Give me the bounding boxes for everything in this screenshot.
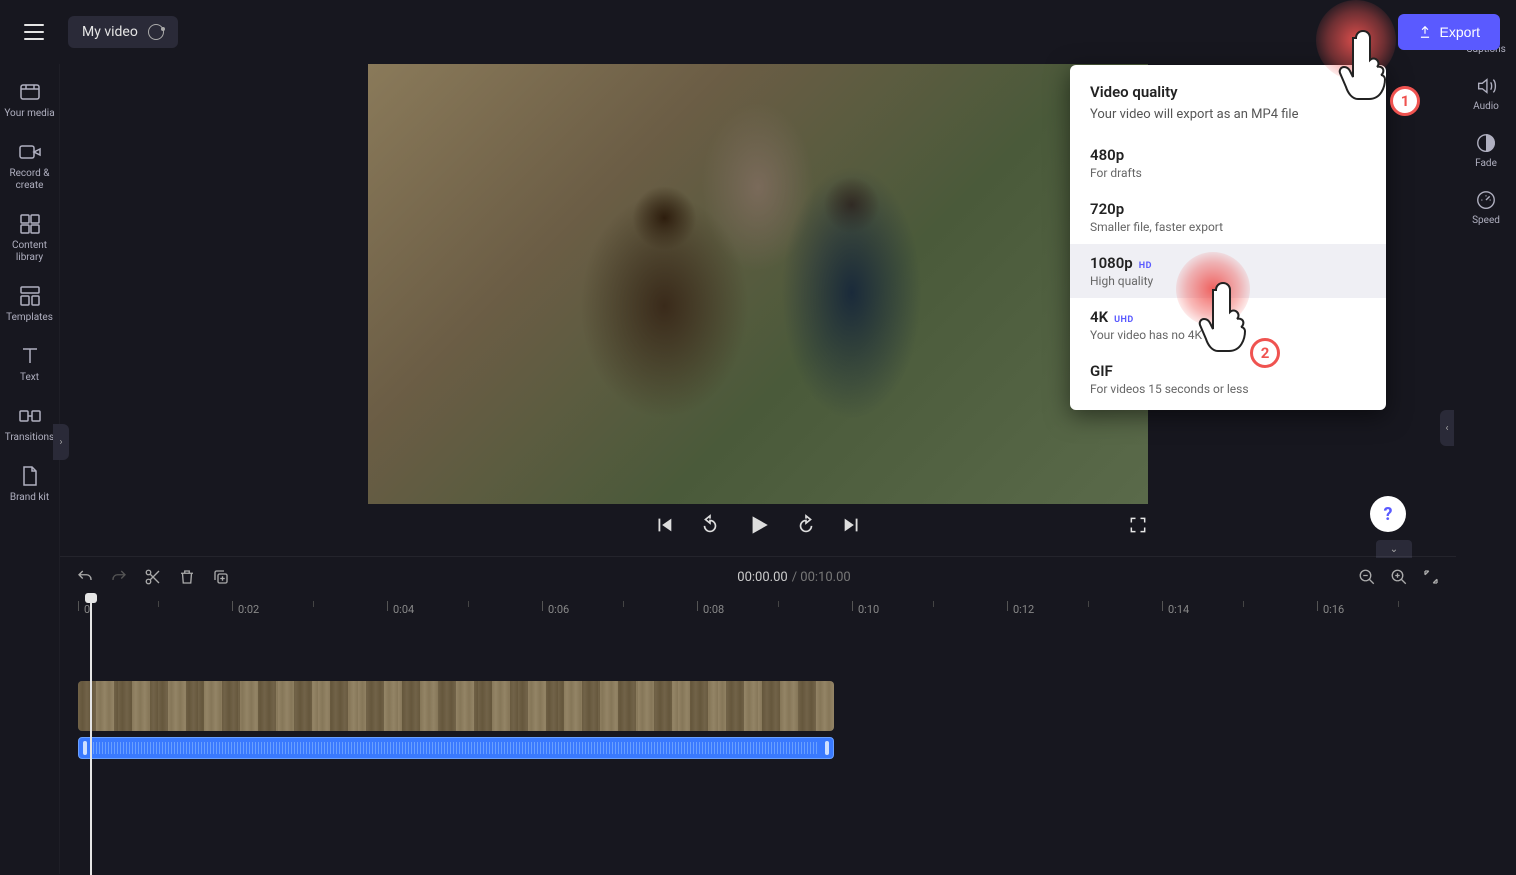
- timeline: 00:00.00 / 00:10.00 0 0:02 0:04 0:06 0:0…: [60, 556, 1456, 874]
- quality-option-gif[interactable]: GIF For videos 15 seconds or less: [1070, 352, 1386, 406]
- skip-end-button[interactable]: [841, 514, 863, 536]
- timeline-ruler[interactable]: 0 0:02 0:04 0:06 0:08 0:10 0:12 0:14 0:1…: [78, 597, 1456, 625]
- media-icon: [18, 80, 42, 104]
- video-preview[interactable]: [368, 64, 1148, 504]
- right-item-fade[interactable]: Fade: [1456, 124, 1516, 177]
- library-icon: [18, 212, 42, 236]
- right-expand-toggle[interactable]: ‹: [1440, 410, 1454, 446]
- video-clip[interactable]: [78, 681, 834, 731]
- sidebar-item-record[interactable]: Record & create: [0, 132, 59, 200]
- right-label: Speed: [1472, 215, 1500, 226]
- right-item-audio[interactable]: Audio: [1456, 67, 1516, 120]
- left-sidebar: Your media Record & create Content libra…: [0, 64, 60, 874]
- q-badge: HD: [1139, 261, 1152, 271]
- q-desc: Smaller file, faster export: [1090, 220, 1366, 234]
- sync-status-icon: [148, 24, 164, 40]
- ruler-tick: 0:16: [1323, 603, 1344, 616]
- ruler-tick: 0:02: [238, 603, 259, 616]
- q-label-text: 480p: [1090, 146, 1124, 164]
- right-item-speed[interactable]: Speed: [1456, 181, 1516, 234]
- export-label: Export: [1440, 24, 1480, 40]
- fade-icon: [1475, 132, 1497, 154]
- popup-title: Video quality: [1070, 83, 1386, 107]
- ruler-tick: 0:10: [858, 603, 879, 616]
- clip-handle-left[interactable]: [83, 741, 87, 755]
- transitions-icon: [18, 404, 42, 428]
- quality-option-480p[interactable]: 480p For drafts: [1070, 136, 1386, 190]
- menu-button[interactable]: [16, 14, 52, 50]
- current-time: 00:00.00: [737, 570, 787, 585]
- sidebar-item-text[interactable]: Text: [0, 336, 59, 392]
- redo-button[interactable]: [110, 568, 128, 586]
- sidebar-item-media[interactable]: Your media: [0, 72, 59, 128]
- q-label-text: GIF: [1090, 362, 1113, 380]
- brand-icon: [18, 464, 42, 488]
- right-sidebar: Captions Audio Fade Speed: [1456, 0, 1516, 874]
- sidebar-item-templates[interactable]: Templates: [0, 276, 59, 332]
- sidebar-label: Templates: [6, 312, 53, 324]
- project-title-tab[interactable]: My video: [68, 16, 178, 48]
- right-label: Fade: [1475, 158, 1497, 169]
- q-desc: High quality: [1090, 274, 1366, 288]
- q-label-text: 720p: [1090, 200, 1124, 218]
- audio-icon: [1475, 75, 1497, 97]
- playback-controls: [368, 512, 1148, 538]
- sidebar-label: Brand kit: [10, 492, 49, 504]
- audio-clip[interactable]: [78, 737, 834, 759]
- fullscreen-button[interactable]: [1128, 515, 1148, 535]
- delete-button[interactable]: [178, 568, 196, 586]
- q-desc: For videos 15 seconds or less: [1090, 382, 1366, 396]
- sidebar-item-transitions[interactable]: Transitions: [0, 396, 59, 452]
- q-label-text: 1080p: [1090, 254, 1133, 272]
- popup-subtitle: Your video will export as an MP4 file: [1070, 107, 1386, 136]
- split-button[interactable]: [144, 568, 162, 586]
- record-icon: [18, 140, 42, 164]
- templates-icon: [18, 284, 42, 308]
- export-quality-popup: Video quality Your video will export as …: [1070, 65, 1386, 410]
- play-button[interactable]: [745, 512, 771, 538]
- ruler-tick: 0:14: [1168, 603, 1189, 616]
- zoom-out-button[interactable]: [1358, 568, 1376, 586]
- timeline-time-display: 00:00.00 / 00:10.00: [246, 570, 1342, 585]
- help-button[interactable]: ?: [1370, 496, 1406, 532]
- total-time: 00:10.00: [800, 570, 850, 585]
- q-badge: UHD: [1114, 315, 1134, 325]
- sidebar-label: Record & create: [0, 168, 59, 192]
- q-desc: Your video has no 4K: [1090, 328, 1366, 342]
- right-label: Audio: [1473, 101, 1499, 112]
- audio-waveform: [93, 742, 819, 754]
- rewind-button[interactable]: [699, 514, 721, 536]
- sidebar-label: Text: [20, 372, 39, 384]
- quality-option-4k[interactable]: 4K UHD Your video has no 4K: [1070, 298, 1386, 352]
- sidebar-label: Your media: [4, 108, 54, 120]
- q-desc: For drafts: [1090, 166, 1366, 180]
- playhead[interactable]: [90, 593, 92, 875]
- ruler-tick: 0:06: [548, 603, 569, 616]
- sidebar-item-brand[interactable]: Brand kit: [0, 456, 59, 512]
- quality-option-720p[interactable]: 720p Smaller file, faster export: [1070, 190, 1386, 244]
- undo-button[interactable]: [76, 568, 94, 586]
- sidebar-label: Content library: [0, 240, 59, 264]
- quality-option-1080p[interactable]: 1080p HD High quality: [1070, 244, 1386, 298]
- sidebar-item-library[interactable]: Content library: [0, 204, 59, 272]
- ruler-tick: 0:04: [393, 603, 414, 616]
- zoom-in-button[interactable]: [1390, 568, 1408, 586]
- q-label-text: 4K: [1090, 308, 1108, 326]
- export-button[interactable]: Export: [1398, 14, 1500, 50]
- project-title: My video: [82, 24, 138, 40]
- upload-icon: [1418, 25, 1432, 39]
- clip-handle-right[interactable]: [825, 741, 829, 755]
- ruler-tick: 0:12: [1013, 603, 1034, 616]
- text-icon: [18, 344, 42, 368]
- fit-button[interactable]: [1422, 568, 1440, 586]
- timeline-toolbar: 00:00.00 / 00:10.00: [60, 557, 1456, 597]
- duplicate-button[interactable]: [212, 568, 230, 586]
- sidebar-label: Transitions: [5, 432, 54, 444]
- forward-button[interactable]: [795, 514, 817, 536]
- speed-icon: [1475, 189, 1497, 211]
- skip-start-button[interactable]: [653, 514, 675, 536]
- ruler-tick: 0:08: [703, 603, 724, 616]
- tracks-area[interactable]: [78, 681, 1438, 759]
